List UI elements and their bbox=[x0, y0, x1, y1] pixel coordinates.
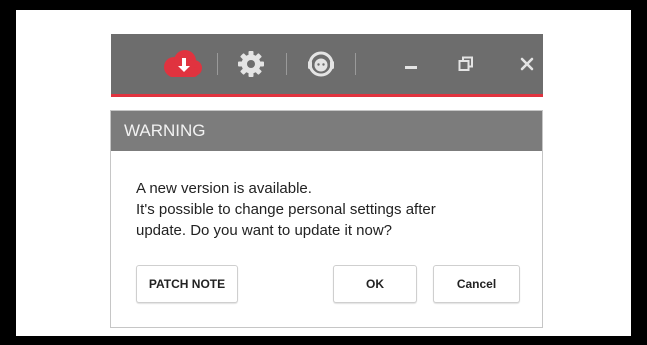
ok-button[interactable]: OK bbox=[333, 265, 417, 303]
gear-icon[interactable] bbox=[233, 34, 269, 94]
support-agent-icon[interactable] bbox=[302, 34, 340, 94]
minimize-icon[interactable] bbox=[401, 34, 421, 94]
message-line: update. Do you want to update it now? bbox=[136, 222, 393, 239]
titlebar-separator bbox=[217, 53, 218, 75]
message-line: A new version is available. bbox=[136, 180, 312, 197]
dialog-message: A new version is available. It's possibl… bbox=[136, 178, 526, 241]
restore-icon[interactable] bbox=[456, 34, 476, 94]
app-titlebar bbox=[111, 34, 543, 97]
cloud-download-icon[interactable] bbox=[155, 34, 207, 94]
dialog-title: WARNING bbox=[111, 111, 542, 151]
screen-background: WARNING A new version is available. It's… bbox=[16, 10, 631, 336]
patch-note-button[interactable]: PATCH NOTE bbox=[136, 265, 238, 303]
message-line: It's possible to change personal setting… bbox=[136, 201, 436, 218]
titlebar-separator bbox=[286, 53, 287, 75]
titlebar-separator bbox=[355, 53, 356, 75]
close-icon[interactable] bbox=[517, 34, 537, 94]
cancel-button[interactable]: Cancel bbox=[433, 265, 520, 303]
warning-dialog: WARNING A new version is available. It's… bbox=[110, 110, 543, 328]
